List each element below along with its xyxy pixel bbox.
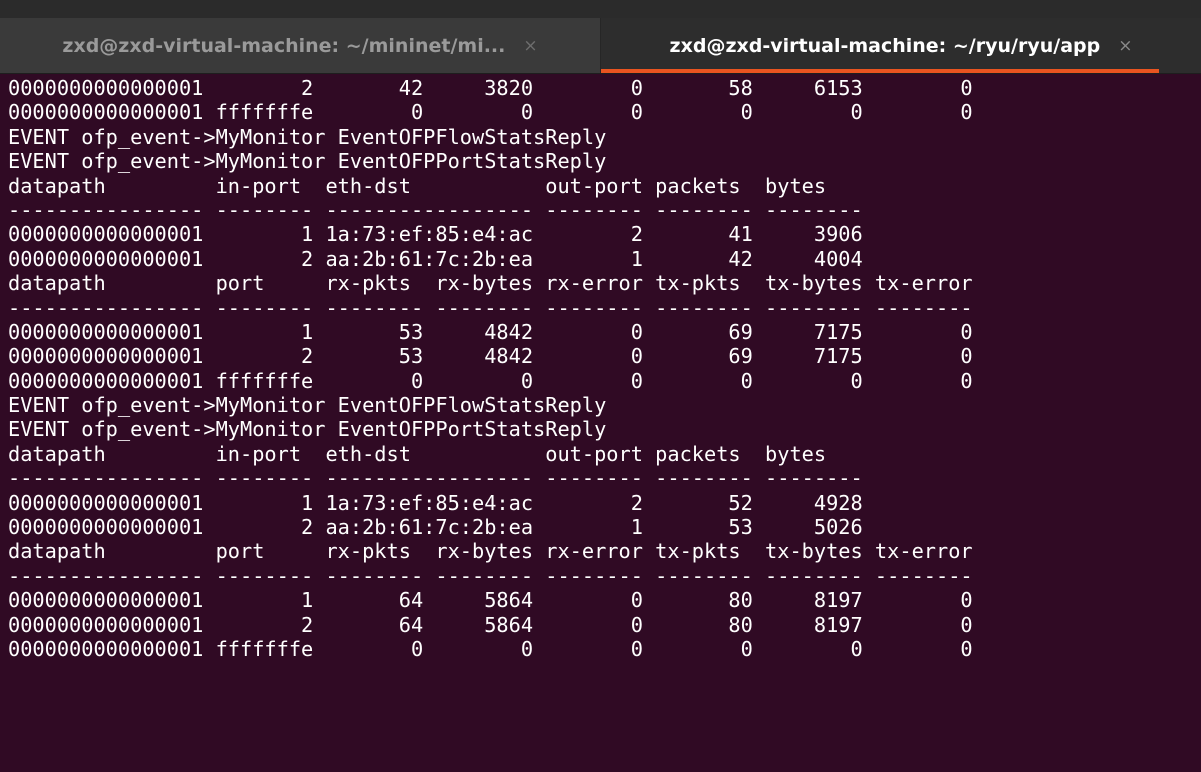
terminal-line: 0000000000000001 2 42 3820 0 58 6153 0 [8,76,973,100]
terminal-line: ---------------- -------- --------------… [8,466,863,491]
terminal-line: 0000000000000001 2 aa:2b:61:7c:2b:ea 1 5… [8,515,863,540]
terminal-line: 0000000000000001 fffffffe 0 0 0 0 0 0 [8,100,973,125]
title-bar[interactable] [0,0,1201,18]
terminal-line: EVENT ofp_event->MyMonitor EventOFPPortS… [8,417,607,442]
terminal-line: 0000000000000001 2 53 4842 0 69 7175 0 [8,344,973,369]
tab-mininet[interactable]: zxd@zxd-virtual-machine: ~/mininet/mi...… [0,18,601,73]
terminal-line: ---------------- -------- -------- -----… [8,295,973,320]
terminal-line: 0000000000000001 1 1a:73:ef:85:e4:ac 2 4… [8,222,863,247]
terminal-line: EVENT ofp_event->MyMonitor EventOFPFlowS… [8,124,607,149]
terminal-output[interactable]: 0000000000000001 2 42 3820 0 58 6153 0 0… [8,76,1201,772]
terminal-line: datapath port rx-pkts rx-bytes rx-error … [8,271,973,296]
terminal-line: EVENT ofp_event->MyMonitor EventOFPFlowS… [8,393,607,418]
tab-bar: zxd@zxd-virtual-machine: ~/mininet/mi...… [0,18,1201,74]
terminal-line: 0000000000000001 1 64 5864 0 80 8197 0 [8,588,973,613]
terminal-line: datapath port rx-pkts rx-bytes rx-error … [8,539,973,564]
tab-label: zxd@zxd-virtual-machine: ~/mininet/mi... [62,34,506,57]
terminal-line: datapath in-port eth-dst out-port packet… [8,173,827,198]
close-icon[interactable]: × [1118,36,1132,56]
terminal-line: 0000000000000001 2 aa:2b:61:7c:2b:ea 1 4… [8,246,863,271]
tab-ryu-app[interactable]: zxd@zxd-virtual-machine: ~/ryu/ryu/app × [601,18,1201,73]
terminal-line: datapath in-port eth-dst out-port packet… [8,441,827,466]
terminal-line: 0000000000000001 fffffffe 0 0 0 0 0 0 [8,368,973,393]
close-icon[interactable]: × [523,36,537,56]
terminal-line: 0000000000000001 fffffffe 0 0 0 0 0 0 [8,636,973,661]
terminal-line: 0000000000000001 1 1a:73:ef:85:e4:ac 2 5… [8,490,863,515]
tab-label: zxd@zxd-virtual-machine: ~/ryu/ryu/app [669,34,1101,57]
terminal-line: 0000000000000001 2 64 5864 0 80 8197 0 [8,612,973,637]
active-tab-indicator [601,69,1159,73]
terminal-window: zxd@zxd-virtual-machine: ~/mininet/mi...… [0,0,1201,772]
terminal-line: ---------------- -------- -------- -----… [8,563,973,588]
terminal-line: 0000000000000001 1 53 4842 0 69 7175 0 [8,319,973,344]
terminal-line: EVENT ofp_event->MyMonitor EventOFPPortS… [8,149,607,174]
terminal-line: ---------------- -------- --------------… [8,197,863,222]
